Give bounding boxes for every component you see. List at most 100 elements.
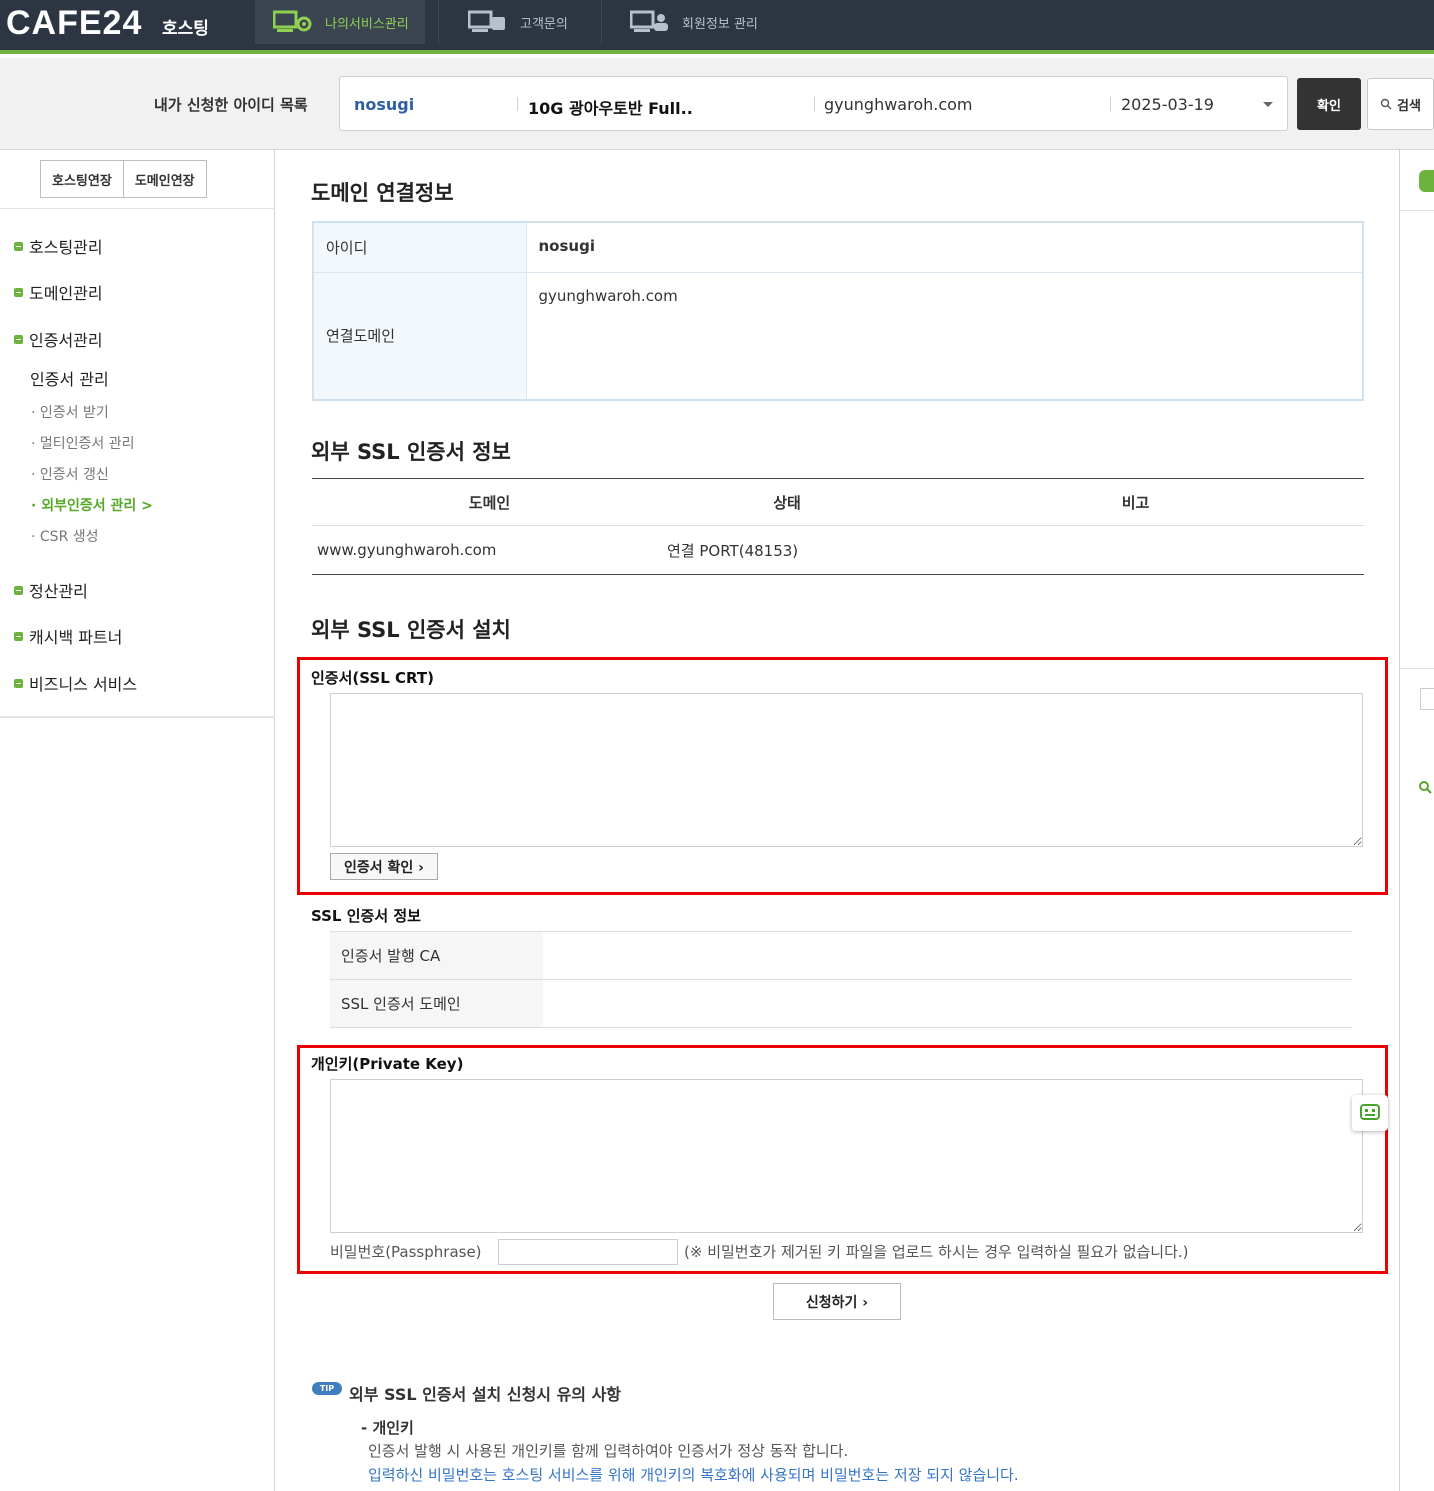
nav-divider [438, 0, 439, 44]
ssl-install-title: 외부 SSL 인증서 설치 [311, 618, 511, 642]
id-select-dropdown[interactable]: nosugi 10G 광아우토반 Full.. gyunghwaroh.com … [339, 76, 1288, 131]
customer-inquiry-icon [468, 10, 505, 32]
ssl-info-title: 외부 SSL 인증서 정보 [311, 440, 511, 464]
right-side-panel [1399, 150, 1434, 1491]
extend-hosting-button[interactable]: 호스팅연장 [40, 160, 124, 198]
divider [814, 97, 815, 111]
bullet-icon [14, 585, 23, 595]
sidebar-item-domain[interactable]: 도메인관리 [14, 280, 103, 304]
selected-product: 10G 광아우토반 Full.. [528, 99, 693, 118]
extend-buttons: 호스팅연장 도메인연장 [40, 160, 207, 198]
id-selector-bar: 내가 신청한 아이디 목록 nosugi 10G 광아우토반 Full.. gy… [0, 58, 1434, 150]
divider [1400, 668, 1434, 669]
bullet-icon [14, 678, 23, 688]
divider [517, 97, 518, 111]
top-nav: CAFE24 호스팅 나의서비스관리 고객문의 회원정보 관리 [0, 0, 1434, 54]
sidebar-subsection-title[interactable]: 인증서 관리 [30, 366, 109, 390]
tip-line-highlight: 입력하신 비밀번호는 호스팅 서비스를 위해 개인키의 복호화에 사용되며 비밀… [368, 1466, 1019, 1484]
confirm-button[interactable]: 확인 [1297, 78, 1361, 130]
bullet-icon [14, 241, 23, 251]
issuer-ca-label: 인증서 발행 CA [330, 931, 543, 980]
chatbot-icon [1360, 1104, 1380, 1120]
bullet-icon [14, 287, 23, 297]
chat-helper-icon[interactable] [1352, 1095, 1388, 1131]
tab-member-info-label: 회원정보 관리 [682, 16, 758, 32]
id-label: 아이디 [312, 221, 527, 273]
apply-button[interactable]: 신청하기 › [773, 1283, 901, 1320]
sidebar-item-hosting[interactable]: 호스팅관리 [14, 234, 103, 258]
tab-customer-inquiry-label: 고객문의 [520, 16, 568, 32]
tab-my-service-label: 나의서비스관리 [325, 16, 409, 32]
private-key-textarea[interactable] [330, 1079, 1363, 1233]
sidebar-item-label: 호스팅관리 [29, 238, 103, 257]
divider [1110, 97, 1111, 111]
check-cert-button[interactable]: 인증서 확인 › [330, 853, 438, 880]
domain-info-title: 도메인 연결정보 [311, 181, 454, 205]
domain-info-table: 아이디 nosugi 연결도메인 gyunghwaroh.com [312, 221, 1364, 401]
sidebar-item-label: 비즈니스 서비스 [29, 675, 138, 694]
table-row: www.gyunghwaroh.com 연결 PORT(48153) [312, 526, 1364, 575]
sidebar-sub-label: 인증서 갱신 [39, 467, 109, 483]
sidebar-item-certificate[interactable]: 인증서관리 [14, 327, 103, 351]
sidebar-sub-label: CSR 생성 [39, 529, 99, 545]
sidebar-item-label: 정산관리 [29, 582, 88, 601]
sidebar: 호스팅연장 도메인연장 호스팅관리 도메인관리 인증서관리 인증서 관리 · 인… [0, 150, 275, 1491]
ssl-cert-info-table: 인증서 발행 CA SSL 인증서 도메인 [330, 931, 1352, 1028]
sidebar-item-label: 캐시백 파트너 [29, 628, 123, 647]
tip-badge: TIP [312, 1382, 342, 1395]
tab-my-service[interactable]: 나의서비스관리 [255, 0, 425, 44]
column-header: 도메인 [312, 478, 667, 526]
chevron-down-icon [1263, 102, 1273, 107]
divider [1400, 210, 1434, 211]
sidebar-sub-renew-cert[interactable]: · 인증서 갱신 [31, 464, 109, 484]
sidebar-item-business[interactable]: 비즈니스 서비스 [14, 671, 137, 695]
ssl-status-cell: 연결 PORT(48153) [667, 541, 799, 560]
passphrase-note: (※ 비밀번호가 제거된 키 파일을 업로드 하시는 경우 입력하실 필요가 없… [684, 1243, 1189, 1261]
search-button-label: 검색 [1397, 98, 1421, 114]
divider [0, 208, 275, 209]
tip-subtitle: - 개인키 [361, 1419, 414, 1437]
column-header: 상태 [667, 478, 907, 526]
nav-divider [601, 0, 602, 44]
search-icon[interactable] [1418, 780, 1432, 794]
sidebar-item-settlement[interactable]: 정산관리 [14, 578, 88, 602]
ssl-domain-cell: www.gyunghwaroh.com [317, 541, 497, 559]
tip-title: 외부 SSL 인증서 설치 신청시 유의 사항 [349, 1385, 622, 1404]
ssl-info-table: 도메인 상태 비고 www.gyunghwaroh.com 연결 PORT(48… [312, 478, 1364, 575]
side-tab-icon[interactable] [1419, 170, 1434, 192]
sidebar-sub-label: 외부인증서 관리 > [41, 498, 153, 514]
sidebar-sub-csr[interactable]: · CSR 생성 [31, 526, 99, 546]
sidebar-sub-external-cert[interactable]: · 외부인증서 관리 > [31, 495, 153, 515]
service-manage-icon [273, 10, 312, 32]
logo-subtitle: 호스팅 [162, 19, 209, 39]
id-value: nosugi [525, 221, 1364, 273]
sidebar-item-label: 도메인관리 [29, 284, 103, 303]
member-info-icon [630, 10, 668, 32]
crt-textarea[interactable] [330, 693, 1363, 847]
id-list-label: 내가 신청한 아이디 목록 [154, 96, 308, 114]
sidebar-sub-multi-cert[interactable]: · 멀티인증서 관리 [31, 433, 135, 453]
connected-domain-label: 연결도메인 [312, 272, 527, 400]
sidebar-item-cashback[interactable]: 캐시백 파트너 [14, 624, 122, 648]
passphrase-label: 비밀번호(Passphrase) [330, 1243, 482, 1261]
tip-line: 인증서 발행 시 사용된 개인키를 함께 입력하여야 인증서가 정상 동작 합니… [368, 1442, 849, 1460]
sidebar-item-label: 인증서관리 [29, 331, 103, 350]
ssl-note-cell [907, 526, 1364, 575]
selected-domain: gyunghwaroh.com [824, 95, 973, 114]
selected-id: nosugi [354, 95, 415, 114]
tab-customer-inquiry[interactable]: 고객문의 [468, 0, 568, 44]
extend-domain-button[interactable]: 도메인연장 [123, 160, 207, 198]
passphrase-input[interactable] [498, 1239, 678, 1265]
private-key-label: 개인키(Private Key) [311, 1055, 464, 1073]
search-button[interactable]: 검색 [1367, 78, 1434, 130]
sidebar-sub-receive-cert[interactable]: · 인증서 받기 [31, 402, 109, 422]
logo[interactable]: CAFE24 [6, 4, 142, 43]
sidebar-sub-label: 인증서 받기 [39, 405, 109, 421]
tab-member-info[interactable]: 회원정보 관리 [630, 0, 758, 44]
cert-domain-value [543, 979, 1352, 1028]
bullet-icon [14, 334, 23, 344]
side-input[interactable] [1420, 688, 1434, 710]
sidebar-sub-label: 멀티인증서 관리 [39, 436, 135, 452]
connected-domain-value: gyunghwaroh.com [525, 272, 1364, 400]
search-icon [1380, 98, 1392, 110]
